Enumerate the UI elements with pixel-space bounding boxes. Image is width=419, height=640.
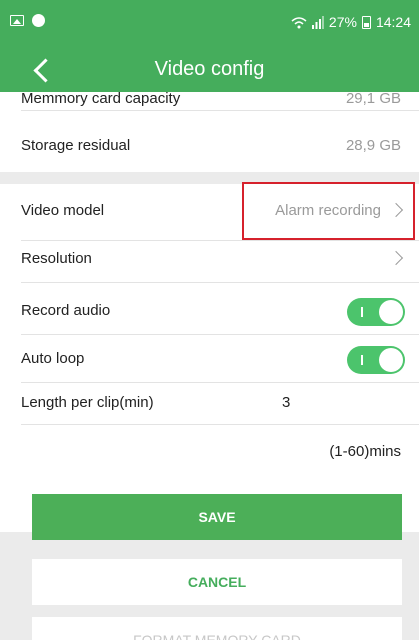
battery-icon [361,15,371,29]
chevron-right-icon [388,250,404,266]
status-bar: 27% 14:24 [0,0,419,48]
title-bar: Video config [0,48,419,92]
settings-content[interactable]: Memmory card capacity 29,1 GB Storage re… [0,92,419,640]
length-hint-row: (1-60)mins [0,443,419,467]
chat-icon [32,14,45,27]
residual-label: Storage residual [21,137,131,154]
divider [21,110,419,111]
auto-loop-label: Auto loop [21,350,85,367]
page-title: Video config [154,58,265,80]
resolution-row[interactable]: Resolution [0,250,419,274]
image-icon [10,15,24,26]
toggle-knob [379,348,403,372]
divider [21,334,419,335]
divider [21,240,419,241]
record-audio-row: Record audio [0,298,419,326]
length-input[interactable]: 3 [282,394,290,411]
format-memory-card-button[interactable]: FORMAT MEMORY CARD [32,617,402,640]
length-hint: (1-60)mins [329,443,401,460]
save-button[interactable]: SAVE [32,494,402,540]
divider [21,424,419,425]
battery-percent: 27% [328,14,357,30]
record-audio-toggle[interactable] [347,298,405,326]
capacity-label: Memmory card capacity [21,92,181,107]
signal-icon [311,15,324,29]
storage-group: Memmory card capacity 29,1 GB Storage re… [0,92,419,172]
record-audio-label: Record audio [21,302,111,319]
divider [21,382,419,383]
cancel-button[interactable]: CANCEL [32,559,402,605]
capacity-value: 29,1 GB [345,92,401,107]
highlight-box [242,182,415,240]
wifi-icon [291,16,307,28]
divider [21,282,419,283]
toggle-knob [379,300,403,324]
auto-loop-toggle[interactable] [347,346,405,374]
video-model-label: Video model [21,202,105,219]
clock: 14:24 [375,14,411,30]
length-row: Length per clip(min) 3 [0,394,419,418]
residual-value: 28,9 GB [345,137,401,154]
length-label: Length per clip(min) [21,394,154,411]
resolution-label: Resolution [21,250,92,267]
auto-loop-row: Auto loop [0,346,419,374]
